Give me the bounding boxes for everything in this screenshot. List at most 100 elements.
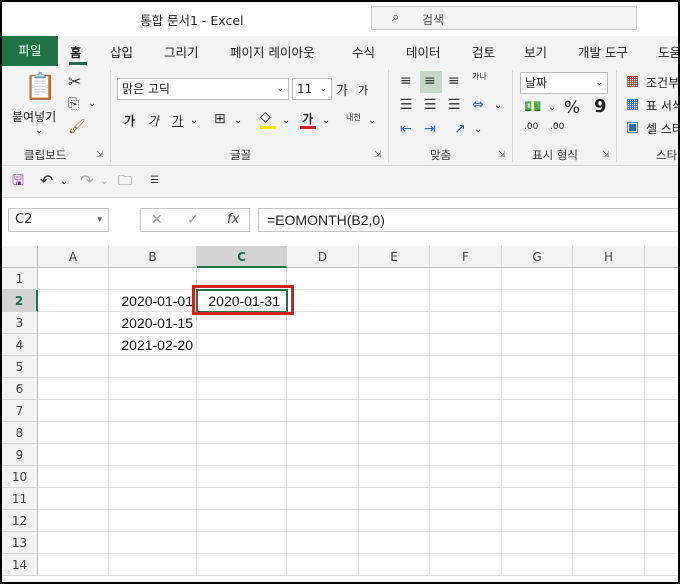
cell[interactable] [359, 554, 430, 576]
cell[interactable] [359, 444, 430, 466]
row-header-3[interactable]: 3 [2, 312, 38, 334]
orientation-dropdown-icon[interactable]: ⌄ [474, 125, 482, 135]
fill-color-dropdown-icon[interactable]: ⌄ [282, 116, 290, 126]
cancel-icon[interactable]: ✕ [151, 212, 163, 228]
font-size-select[interactable]: 11 ⌄ [292, 78, 332, 100]
cell[interactable] [430, 532, 502, 554]
cell[interactable] [197, 444, 287, 466]
cell-b4[interactable]: 2021-02-20 [109, 334, 197, 356]
column-header-c[interactable]: C [197, 246, 287, 268]
row-header-4[interactable]: 4 [2, 334, 38, 356]
clipboard-launcher-icon[interactable]: ⇲ [96, 150, 104, 160]
column-header-h[interactable]: H [573, 246, 645, 268]
cell[interactable] [430, 312, 502, 334]
increase-indent-icon[interactable]: ⇥ [424, 122, 436, 136]
cell[interactable] [573, 312, 645, 334]
underline-button[interactable]: 가 [172, 112, 183, 129]
search-box[interactable]: ⌕ 검색 [371, 6, 637, 30]
cell[interactable] [645, 334, 678, 356]
cell[interactable] [109, 554, 197, 576]
align-left-icon[interactable]: ☰ [400, 98, 413, 112]
cell[interactable] [502, 466, 573, 488]
cell[interactable] [645, 510, 678, 532]
tab-developer[interactable]: 개발 도구 [578, 42, 628, 61]
cell[interactable] [502, 312, 573, 334]
cell[interactable] [38, 312, 109, 334]
cell[interactable] [359, 334, 430, 356]
comma-style-button[interactable]: 9 [594, 96, 607, 117]
cell[interactable] [502, 290, 573, 312]
cell[interactable] [502, 444, 573, 466]
cell[interactable] [645, 400, 678, 422]
row-header-6[interactable]: 6 [2, 378, 38, 400]
cell[interactable] [197, 334, 287, 356]
merge-dropdown-icon[interactable]: ⌄ [494, 101, 502, 111]
cell[interactable] [287, 422, 359, 444]
cell[interactable] [573, 488, 645, 510]
column-header-g[interactable]: G [502, 246, 573, 268]
cell[interactable] [430, 444, 502, 466]
cell[interactable] [430, 356, 502, 378]
cell[interactable] [287, 334, 359, 356]
fill-color-icon[interactable]: ◇ [260, 110, 271, 124]
cell[interactable] [287, 268, 359, 290]
cell[interactable] [287, 400, 359, 422]
column-header-d[interactable]: D [287, 246, 359, 268]
cell[interactable] [502, 378, 573, 400]
bold-button[interactable]: 가 [124, 112, 135, 129]
cell[interactable] [109, 268, 197, 290]
cell[interactable] [287, 378, 359, 400]
cell[interactable] [502, 510, 573, 532]
cell[interactable] [109, 510, 197, 532]
cell-styles-button[interactable]: 셀 스타 [646, 120, 678, 137]
cell[interactable] [359, 466, 430, 488]
cell[interactable] [287, 554, 359, 576]
cell[interactable] [645, 290, 678, 312]
tab-draw[interactable]: 그리기 [164, 42, 199, 61]
row-header-11[interactable]: 11 [2, 488, 38, 510]
cell[interactable] [645, 378, 678, 400]
column-header-i[interactable] [645, 246, 678, 268]
align-right-icon[interactable]: ☰ [448, 98, 461, 112]
cell[interactable] [287, 466, 359, 488]
align-bottom-icon[interactable]: ≡ [448, 74, 460, 88]
align-center-icon[interactable]: ☰ [424, 98, 437, 112]
row-header-2[interactable]: 2 [2, 290, 38, 312]
cell-b3[interactable]: 2020-01-15 [109, 312, 197, 334]
cell[interactable] [38, 334, 109, 356]
cell[interactable] [197, 400, 287, 422]
tab-review[interactable]: 검토 [472, 42, 495, 61]
save-icon[interactable]: 🖫 [12, 174, 24, 188]
cell[interactable] [197, 488, 287, 510]
cell[interactable] [573, 532, 645, 554]
cell[interactable] [573, 400, 645, 422]
cell[interactable] [359, 532, 430, 554]
cell-b2[interactable]: 2020-01-01 [109, 290, 197, 312]
row-header-9[interactable]: 9 [2, 444, 38, 466]
cell[interactable] [430, 378, 502, 400]
cell[interactable] [430, 290, 502, 312]
cell[interactable] [38, 290, 109, 312]
row-header-14[interactable]: 14 [2, 554, 38, 576]
underline-dropdown-icon[interactable]: ⌄ [190, 116, 198, 126]
cell[interactable] [359, 400, 430, 422]
percent-button[interactable]: % [564, 98, 580, 118]
wrap-text-button[interactable]: 가나 [472, 72, 487, 81]
cell[interactable] [573, 356, 645, 378]
cell[interactable] [38, 554, 109, 576]
cell[interactable] [502, 532, 573, 554]
row-header-1[interactable]: 1 [2, 268, 38, 290]
undo-icon[interactable]: ↶ [40, 173, 53, 189]
cell[interactable] [573, 334, 645, 356]
column-header-e[interactable]: E [359, 246, 430, 268]
paste-dropdown-icon[interactable]: ⌄ [35, 126, 43, 136]
tab-help[interactable]: 도움 [658, 42, 678, 61]
number-format-select[interactable]: 날짜 ⌄ [520, 72, 608, 94]
cell[interactable] [359, 488, 430, 510]
tab-data[interactable]: 데이터 [406, 42, 441, 61]
cell[interactable] [197, 532, 287, 554]
cell[interactable] [430, 554, 502, 576]
font-launcher-icon[interactable]: ⇲ [374, 150, 382, 160]
cell[interactable] [430, 466, 502, 488]
cell[interactable] [197, 554, 287, 576]
